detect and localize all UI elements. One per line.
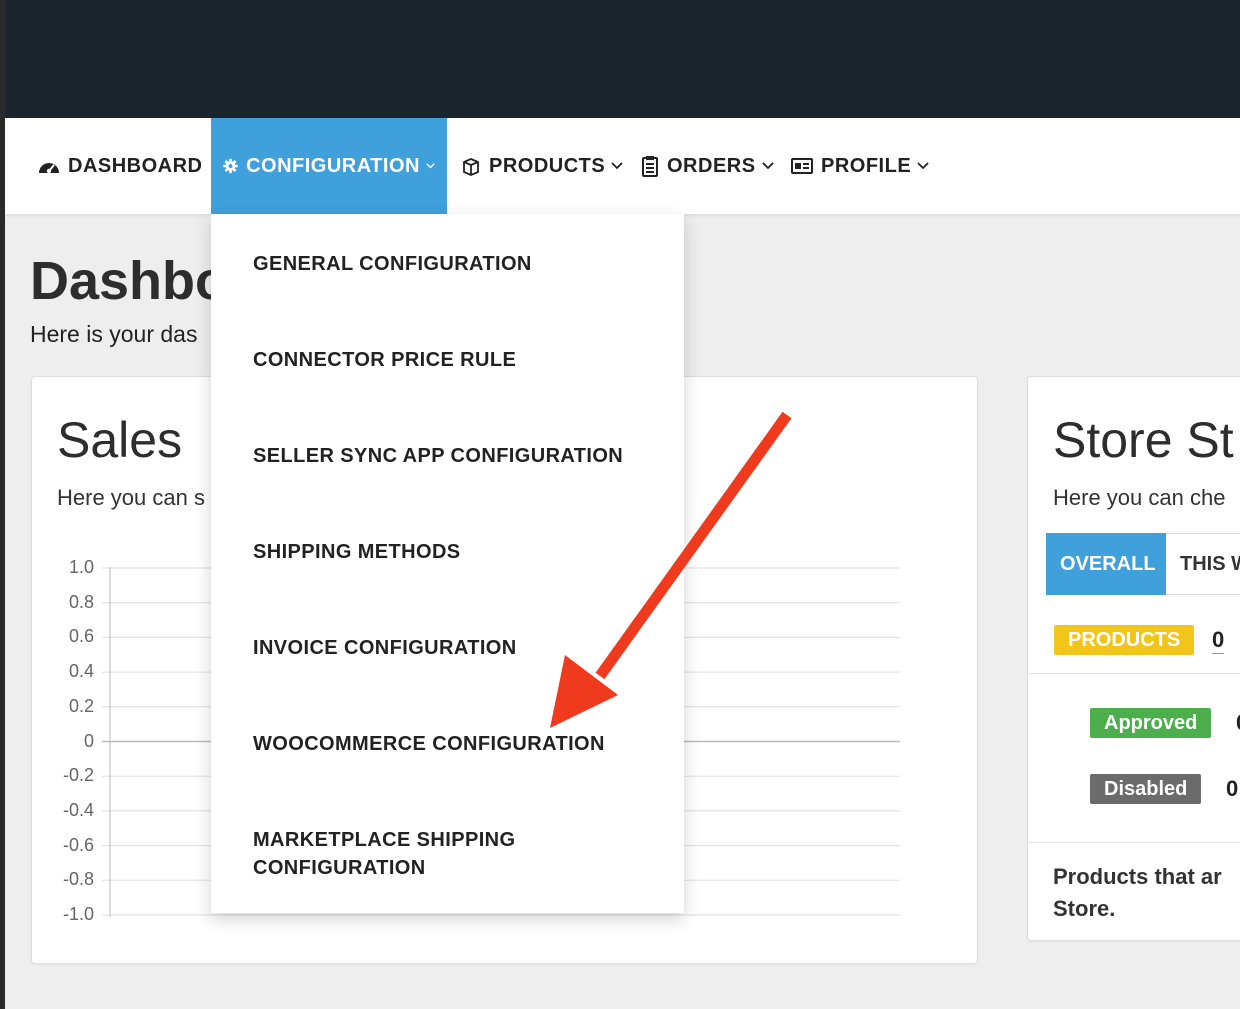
store-footer-note: Products that ar Store. xyxy=(1053,861,1222,925)
nav-configuration-label: CONFIGURATION xyxy=(246,154,420,177)
nav-configuration[interactable]: CONFIGURATION xyxy=(211,118,447,214)
nav-profile-label: PROFILE xyxy=(821,154,912,177)
nav-dashboard[interactable]: DASHBOARD xyxy=(38,118,203,214)
menu-item-seller-sync-app-configuration[interactable]: SELLER SYNC APP CONFIGURATION xyxy=(253,442,653,470)
box-icon xyxy=(463,158,479,176)
disabled-count: 0 xyxy=(1226,776,1239,801)
y-tick-label: -0.6 xyxy=(62,834,94,855)
chevron-down-icon xyxy=(917,162,929,170)
y-tick-label: -0.8 xyxy=(62,869,94,890)
gear-icon xyxy=(223,158,238,174)
nav-profile[interactable]: PROFILE xyxy=(791,118,929,214)
y-tick-label: 0 xyxy=(83,730,94,751)
products-badge: PRODUCTS xyxy=(1054,625,1195,655)
nav-products-label: PRODUCTS xyxy=(489,154,606,177)
id-card-icon xyxy=(791,158,813,174)
store-subtitle: Here you can che xyxy=(1053,485,1226,510)
y-tick-label: 0.6 xyxy=(68,626,94,647)
chevron-down-icon xyxy=(426,163,435,169)
menu-item-shipping-methods[interactable]: SHIPPING METHODS xyxy=(253,538,653,566)
menu-item-connector-price-rule[interactable]: CONNECTOR PRICE RULE xyxy=(253,346,653,374)
chevron-down-icon xyxy=(611,162,623,170)
tab-overall[interactable]: OVERALL xyxy=(1046,533,1166,595)
product-status-panel: Approved 0 Disabled 0 xyxy=(1028,673,1240,843)
store-stats-card: Store St Here you can che OVERALL THIS W… xyxy=(1027,376,1240,941)
menu-item-marketplace-shipping-configuration[interactable]: MARKETPLACE SHIPPING CONFIGURATION xyxy=(253,826,553,882)
products-count: 0 xyxy=(1212,627,1225,654)
y-tick-label: -1.0 xyxy=(62,904,94,924)
page-title: Dashbo xyxy=(30,251,229,311)
menu-item-woocommerce-configuration[interactable]: WOOCOMMERCE CONFIGURATION xyxy=(253,730,653,758)
dashboard-gauge-icon xyxy=(39,163,59,174)
top-header xyxy=(5,0,1240,118)
menu-item-general-configuration[interactable]: GENERAL CONFIGURATION xyxy=(253,250,653,278)
store-title: Store St xyxy=(1053,412,1234,468)
store-footer-line-1: Products that ar xyxy=(1053,864,1222,889)
y-tick-label: 0.2 xyxy=(68,695,94,716)
configuration-dropdown-menu: GENERAL CONFIGURATION CONNECTOR PRICE RU… xyxy=(211,214,684,913)
menu-item-invoice-configuration[interactable]: INVOICE CONFIGURATION xyxy=(253,634,653,662)
store-footer-line-2: Store. xyxy=(1053,896,1116,921)
approved-count: 0 xyxy=(1236,710,1240,736)
clipboard-icon xyxy=(642,156,658,177)
y-tick-label: -0.4 xyxy=(62,799,94,820)
y-tick-label: 1.0 xyxy=(68,557,94,577)
disabled-badge: Disabled xyxy=(1090,774,1202,804)
nav-dashboard-label: DASHBOARD xyxy=(68,154,203,177)
nav-orders-label: ORDERS xyxy=(667,154,756,177)
main-nav: DASHBOARD CONFIGURATION PRODUCTS ORDERS … xyxy=(5,118,1240,214)
y-tick-label: 0.4 xyxy=(68,661,94,682)
tab-this-week[interactable]: THIS W xyxy=(1166,533,1240,595)
approved-badge: Approved xyxy=(1090,708,1212,738)
page-subtitle: Here is your das xyxy=(30,321,198,347)
y-tick-label: 0.8 xyxy=(68,591,94,612)
nav-products[interactable]: PRODUCTS xyxy=(461,118,623,214)
nav-orders[interactable]: ORDERS xyxy=(641,118,774,214)
chevron-down-icon xyxy=(761,162,774,170)
y-tick-label: -0.2 xyxy=(62,765,94,786)
